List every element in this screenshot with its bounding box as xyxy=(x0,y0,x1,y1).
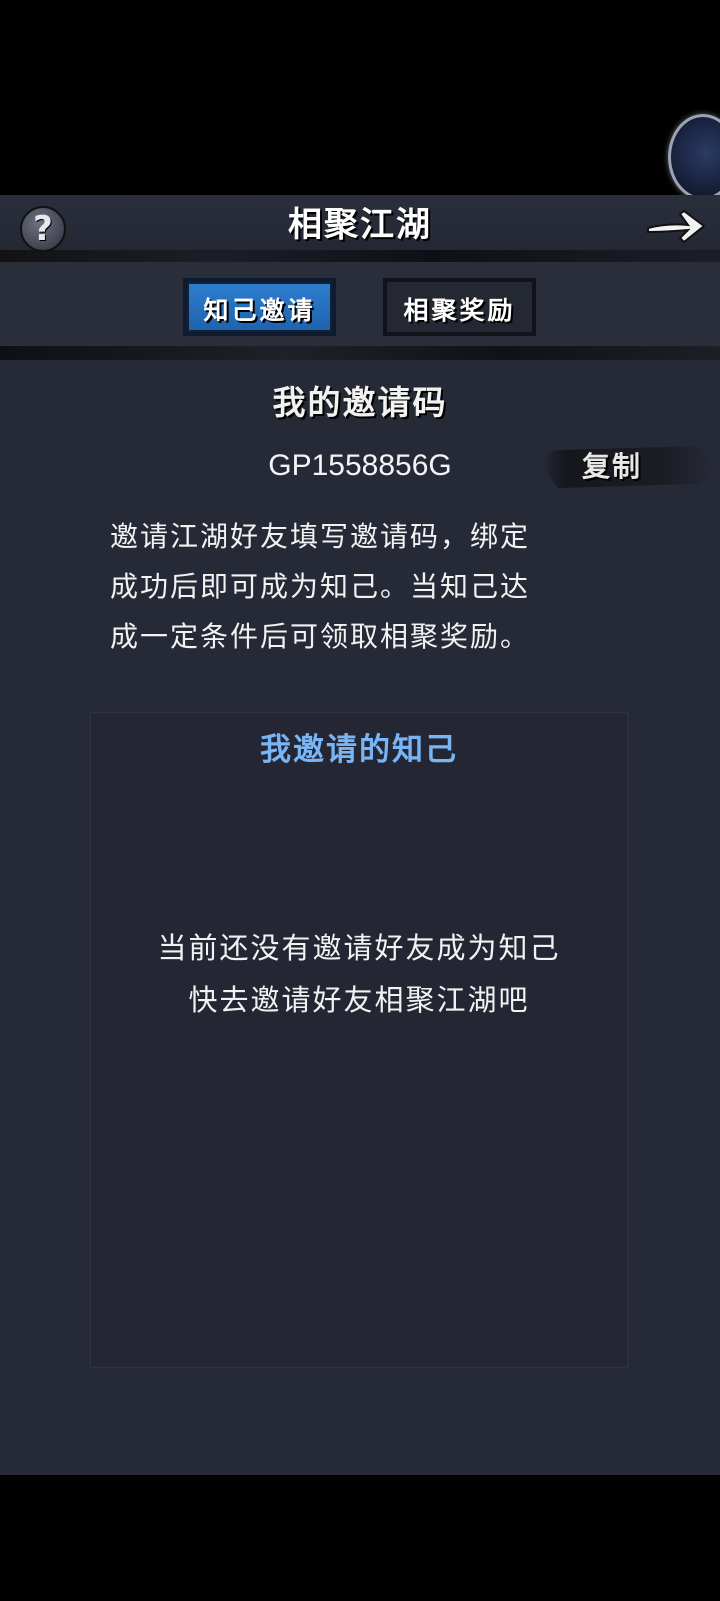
copy-button-label[interactable]: 复制 xyxy=(582,446,672,488)
invited-friends-title: 我邀请的知己 xyxy=(260,732,458,768)
invite-description: 邀请江湖好友填写邀请码，绑定 成功后即可成为知己。当知己达 成一定条件后可领取相… xyxy=(110,512,610,662)
description-line: 成一定条件后可领取相聚奖励。 xyxy=(110,620,531,653)
tabs-divider xyxy=(0,346,720,360)
back-button[interactable] xyxy=(644,204,708,248)
invited-friends-box xyxy=(90,712,628,1368)
page-title: 相聚江湖 xyxy=(288,205,432,245)
tab-friend-invite[interactable]: 知己邀请 xyxy=(183,278,336,336)
status-area xyxy=(0,0,720,195)
description-line: 成功后即可成为知己。当知己达 xyxy=(110,570,531,603)
empty-message-line: 快去邀请好友相聚江湖吧 xyxy=(188,983,530,1017)
invite-code-title: 我的邀请码 xyxy=(272,383,448,422)
description-line: 邀请江湖好友填写邀请码，绑定 xyxy=(110,520,531,553)
arrow-right-icon xyxy=(647,209,706,244)
tabs-bar xyxy=(0,262,720,352)
tab-reunion-rewards[interactable]: 相聚奖励 xyxy=(383,278,536,336)
bottom-area xyxy=(0,1475,720,1601)
empty-message-line: 当前还没有邀请好友成为知己 xyxy=(157,931,561,965)
